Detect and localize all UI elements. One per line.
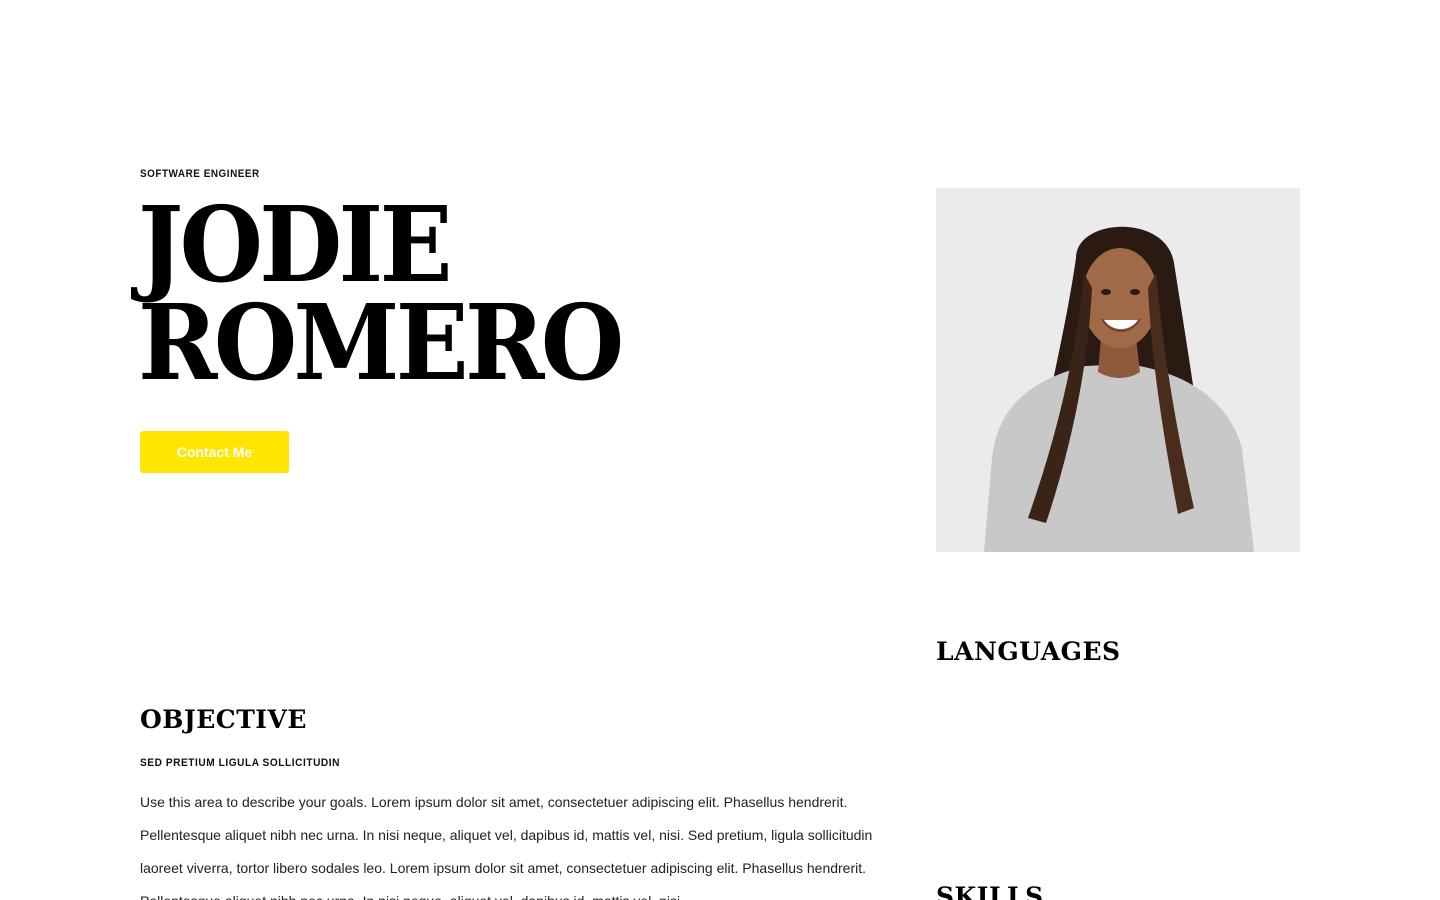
languages-heading: LANGUAGES [936, 637, 1121, 666]
objective-heading: OBJECTIVE [140, 705, 307, 734]
job-title: SOFTWARE ENGINEER [140, 168, 260, 180]
contact-me-button[interactable]: Contact Me [140, 431, 289, 473]
objective-body-text: Use this area to describe your goals. Lo… [140, 794, 873, 900]
last-name: ROMERO [138, 281, 624, 404]
objective-subheading: SED PRETIUM LIGULA SOLLICITUDIN [140, 757, 341, 769]
portrait-illustration [936, 188, 1300, 552]
skills-heading: SKILLS [936, 882, 1044, 900]
profile-photo [936, 188, 1300, 552]
first-name: JODIE [138, 183, 453, 306]
person-name: JODIE ROMERO [138, 183, 624, 404]
